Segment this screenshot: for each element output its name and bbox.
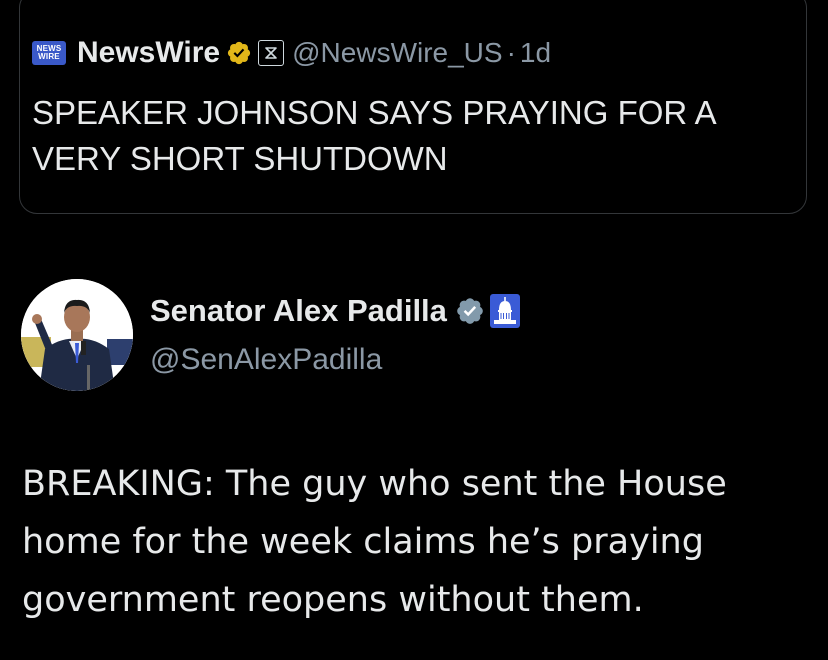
capitol-icon[interactable] <box>489 294 520 328</box>
author-name[interactable]: Senator Alex Padilla <box>150 293 447 329</box>
affiliate-square-icon[interactable] <box>258 40 285 66</box>
newswire-logo-text-line2: WIRE <box>38 52 60 61</box>
quoted-tweet-header: NEWS WIRE NewsWire @NewsWire_US · 1d <box>32 36 551 69</box>
separator-dot: · <box>506 37 516 68</box>
newswire-logo-icon[interactable]: NEWS WIRE <box>32 41 66 65</box>
quoted-author-name[interactable]: NewsWire <box>77 36 220 70</box>
author-handle[interactable]: @SenAlexPadilla <box>150 343 382 377</box>
quoted-author-handle[interactable]: @NewsWire_US <box>292 37 502 69</box>
tweet-text: BREAKING: The guy who sent the House hom… <box>22 464 727 620</box>
gold-verified-badge-icon <box>228 41 251 65</box>
gray-verified-badge-icon <box>457 298 483 324</box>
quoted-tweet-text: SPEAKER JOHNSON SAYS PRAYING FOR A VERY … <box>32 94 715 177</box>
quoted-tweet-timestamp[interactable]: 1d <box>520 37 551 69</box>
author-name-row: Senator Alex Padilla <box>150 293 520 329</box>
avatar[interactable] <box>21 279 133 391</box>
avatar-photo-icon <box>21 279 133 391</box>
affiliate-glyph-icon <box>265 47 277 59</box>
